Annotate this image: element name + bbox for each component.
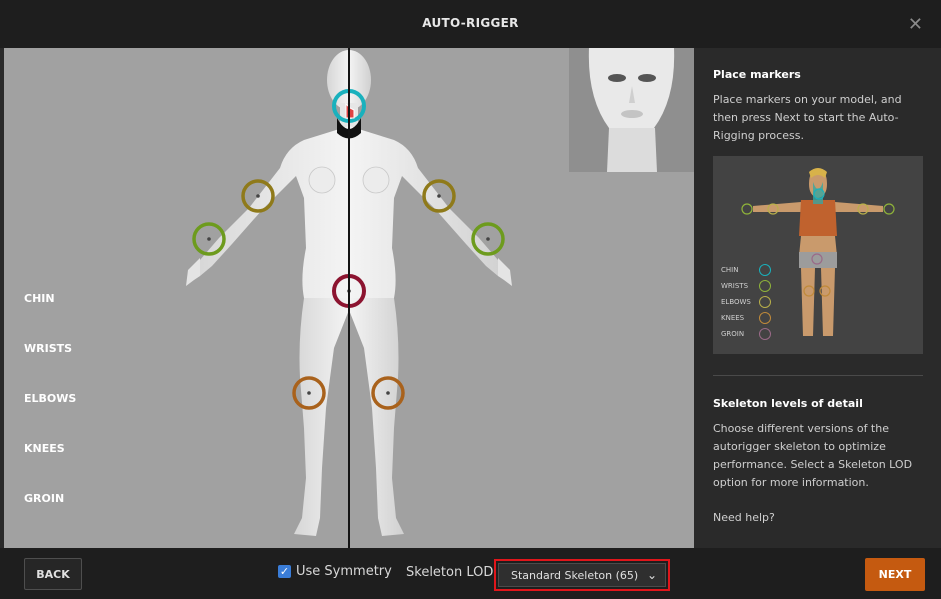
footer-bar: BACK ✓ Use Symmetry Skeleton LOD Standar… [0, 548, 941, 599]
skeleton-lod-select[interactable]: Standard Skeleton (65) ⌄ [498, 563, 666, 587]
marker-label-chin[interactable]: CHIN [24, 292, 55, 305]
use-symmetry-checkbox[interactable]: ✓ Use Symmetry [278, 564, 392, 579]
symmetry-line [348, 48, 350, 548]
instructions-panel: Place markers Place markers on your mode… [694, 48, 941, 548]
place-markers-text: Place markers on your model, and then pr… [713, 93, 902, 142]
legend-item-knees: KNEES [721, 312, 771, 324]
checkbox-checked-icon[interactable]: ✓ [278, 565, 291, 578]
legend-item-wrists: WRISTS [721, 280, 771, 292]
next-button[interactable]: NEXT [865, 558, 925, 591]
marker-preview-image: CHIN WRISTS ELBOWS KNEES GROIN [713, 156, 923, 354]
lod-text: Choose different versions of the autorig… [713, 422, 913, 489]
place-markers-title: Place markers [713, 68, 801, 81]
marker-label-groin[interactable]: GROIN [24, 492, 64, 505]
auto-rigger-dialog: AUTO-RIGGER ✕ CHIN WRISTS ELBOWS KNEES G… [0, 0, 941, 599]
legend-item-elbows: ELBOWS [721, 296, 771, 308]
legend-item-chin: CHIN [721, 264, 771, 276]
skeleton-lod-highlight: Standard Skeleton (65) ⌄ [494, 559, 670, 591]
marker-label-knees[interactable]: KNEES [24, 442, 65, 455]
dialog-title: AUTO-RIGGER [422, 16, 519, 30]
marker-label-elbows[interactable]: ELBOWS [24, 392, 76, 405]
back-button[interactable]: BACK [24, 558, 82, 590]
close-icon[interactable]: ✕ [908, 14, 923, 35]
chevron-down-icon: ⌄ [646, 568, 657, 582]
title-bar: AUTO-RIGGER ✕ [0, 0, 941, 48]
model-viewport[interactable]: CHIN WRISTS ELBOWS KNEES GROIN [4, 48, 694, 548]
skeleton-lod-value: Standard Skeleton (65) [511, 568, 639, 582]
use-symmetry-label: Use Symmetry [296, 564, 392, 579]
legend-item-groin: GROIN [721, 328, 771, 340]
skeleton-lod-label: Skeleton LOD [406, 565, 494, 580]
need-help-link[interactable]: Need help? [713, 511, 775, 524]
face-closeup-thumbnail [569, 48, 694, 172]
lod-section: Skeleton levels of detail Choose differe… [713, 397, 925, 492]
panel-divider [713, 375, 923, 376]
marker-label-wrists[interactable]: WRISTS [24, 342, 72, 355]
lod-title: Skeleton levels of detail [713, 397, 863, 410]
